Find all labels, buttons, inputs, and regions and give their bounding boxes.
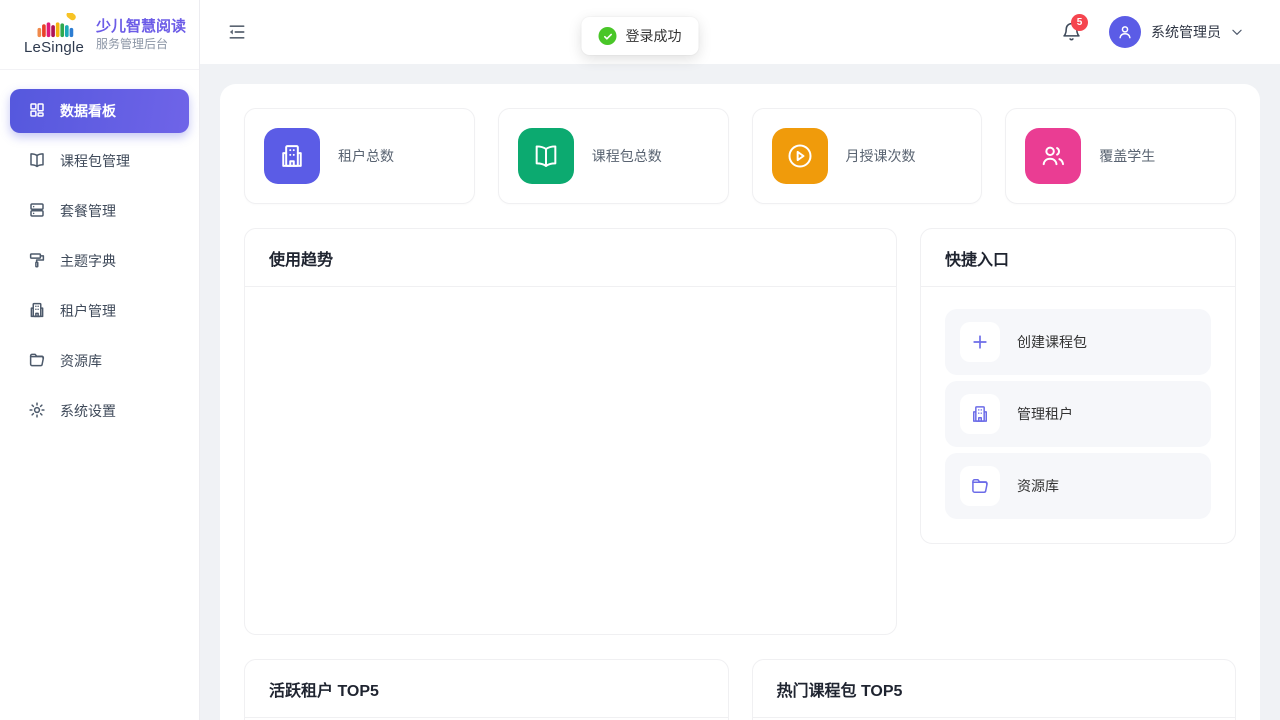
panel-header: 使用趋势 <box>245 229 896 287</box>
sidebar-item-label: 套餐管理 <box>60 201 116 221</box>
sidebar-item-dashboard[interactable]: 数据看板 <box>10 89 189 133</box>
toast-login-success: 登录成功 <box>582 17 699 55</box>
brand-subtitle: 服务管理后台 <box>96 36 186 53</box>
panel-title: 热门课程包 TOP5 <box>777 683 903 700</box>
brand-header: LeSingle 少儿智慧阅读 服务管理后台 <box>0 0 199 70</box>
sidebar: LeSingle 少儿智慧阅读 服务管理后台 数据看板 课程包管理 <box>0 0 200 720</box>
lesingle-logo-icon <box>32 13 76 41</box>
paint-roller-icon <box>28 251 46 272</box>
stat-icon-covered-students <box>1025 128 1081 184</box>
stats-row: 租户总数 课程包总数 月授课次数 <box>244 108 1236 204</box>
panel-title: 活跃租户 TOP5 <box>269 683 379 700</box>
server-icon <box>28 201 46 222</box>
sidebar-menu: 数据看板 课程包管理 套餐管理 <box>0 70 199 436</box>
book-icon <box>532 142 560 170</box>
sidebar-item-plans[interactable]: 套餐管理 <box>10 186 189 236</box>
main-content: 租户总数 课程包总数 月授课次数 <box>200 64 1280 720</box>
middle-row: 使用趋势 快捷入口 创建课程包 <box>244 228 1236 635</box>
dashboard-container: 租户总数 课程包总数 月授课次数 <box>220 84 1260 720</box>
folder-icon <box>960 466 1000 506</box>
users-icon <box>1039 142 1067 170</box>
folder-icon <box>28 351 46 372</box>
quick-item-create-course-package[interactable]: 创建课程包 <box>945 309 1211 375</box>
notifications-button[interactable]: 5 <box>1061 21 1083 43</box>
sidebar-item-label: 课程包管理 <box>60 151 130 171</box>
hot-course-packages-panel: 热门课程包 TOP5 <box>752 659 1237 720</box>
sidebar-item-label: 系统设置 <box>60 401 116 421</box>
quick-access-list: 创建课程包 管理租户 <box>921 287 1235 543</box>
stat-icon-tenants <box>264 128 320 184</box>
avatar[interactable] <box>1109 16 1141 48</box>
stat-label: 月授课次数 <box>846 146 916 166</box>
stat-card-tenants: 租户总数 <box>244 108 475 204</box>
quick-item-resources[interactable]: 资源库 <box>945 453 1211 519</box>
quick-item-label: 资源库 <box>1017 476 1059 496</box>
bottom-row: 活跃租户 TOP5 热门课程包 TOP5 <box>244 659 1236 720</box>
panel-header: 活跃租户 TOP5 <box>245 660 728 718</box>
person-icon <box>1116 23 1134 41</box>
sidebar-collapse-button[interactable] <box>224 19 250 45</box>
plus-icon <box>960 322 1000 362</box>
menu-fold-icon <box>227 22 247 42</box>
stat-card-monthly-lessons: 月授课次数 <box>752 108 983 204</box>
sidebar-item-label: 数据看板 <box>60 101 116 121</box>
gear-icon <box>28 401 46 422</box>
book-icon <box>28 151 46 172</box>
sidebar-item-settings[interactable]: 系统设置 <box>10 386 189 436</box>
usage-trend-panel: 使用趋势 <box>244 228 897 635</box>
sidebar-item-label: 租户管理 <box>60 301 116 321</box>
success-check-icon <box>599 27 617 45</box>
stat-label: 课程包总数 <box>592 146 662 166</box>
sidebar-item-course-packages[interactable]: 课程包管理 <box>10 136 189 186</box>
user-name[interactable]: 系统管理员 <box>1151 22 1221 42</box>
quick-item-manage-tenants[interactable]: 管理租户 <box>945 381 1211 447</box>
building-icon <box>960 394 1000 434</box>
quick-item-label: 管理租户 <box>1017 404 1073 424</box>
brand-logo-text: LeSingle <box>24 39 84 56</box>
stat-icon-monthly-lessons <box>772 128 828 184</box>
play-circle-icon <box>786 142 814 170</box>
toast-message: 登录成功 <box>626 26 682 46</box>
building-icon <box>28 301 46 322</box>
building-icon <box>278 142 306 170</box>
quick-access-panel: 快捷入口 创建课程包 <box>920 228 1236 544</box>
panel-header: 热门课程包 TOP5 <box>753 660 1236 718</box>
brand-title: 少儿智慧阅读 <box>96 17 186 36</box>
brand-logo: LeSingle <box>24 13 84 56</box>
panel-header: 快捷入口 <box>921 229 1235 287</box>
stat-icon-course-packages <box>518 128 574 184</box>
sidebar-item-label: 主题字典 <box>60 251 116 271</box>
stat-card-covered-students: 覆盖学生 <box>1005 108 1236 204</box>
notification-badge: 5 <box>1071 14 1088 31</box>
quick-item-label: 创建课程包 <box>1017 332 1087 352</box>
sidebar-item-resources[interactable]: 资源库 <box>10 336 189 386</box>
stat-label: 覆盖学生 <box>1099 146 1155 166</box>
active-tenants-panel: 活跃租户 TOP5 <box>244 659 729 720</box>
stat-label: 租户总数 <box>338 146 394 166</box>
stat-card-course-packages: 课程包总数 <box>498 108 729 204</box>
sidebar-item-label: 资源库 <box>60 351 102 371</box>
panel-title: 使用趋势 <box>269 252 333 269</box>
dashboard-grid-icon <box>28 101 46 122</box>
sidebar-item-tenants[interactable]: 租户管理 <box>10 286 189 336</box>
sidebar-item-theme-dictionary[interactable]: 主题字典 <box>10 236 189 286</box>
usage-trend-chart-area <box>245 287 896 634</box>
panel-title: 快捷入口 <box>945 252 1009 269</box>
chevron-down-icon[interactable] <box>1230 25 1244 39</box>
topbar: 5 系统管理员 <box>200 0 1280 64</box>
